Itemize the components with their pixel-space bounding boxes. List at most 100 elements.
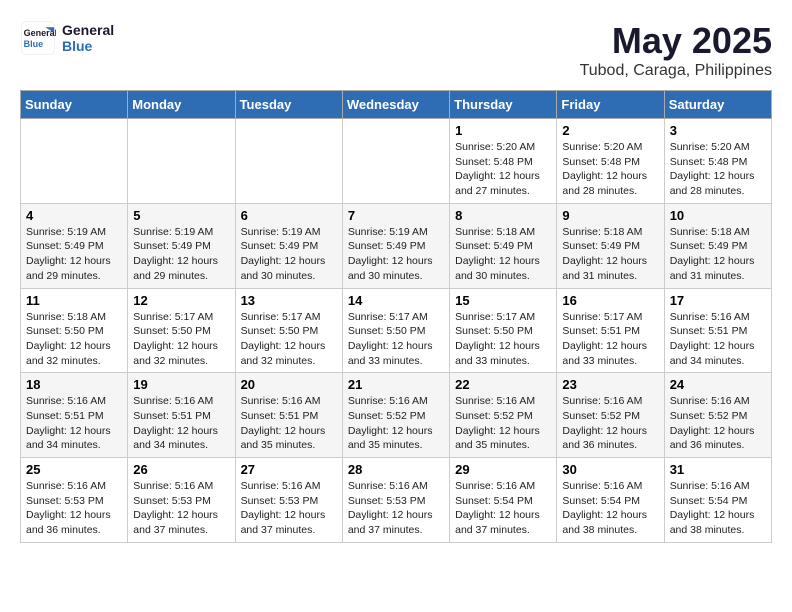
day-info: Sunrise: 5:18 AM Sunset: 5:49 PM Dayligh…	[670, 225, 766, 284]
title-block: May 2025 Tubod, Caraga, Philippines	[580, 20, 772, 80]
week-row-3: 11 Sunrise: 5:18 AM Sunset: 5:50 PM Dayli…	[21, 288, 772, 373]
day-number: 9	[562, 208, 658, 223]
day-cell: 19 Sunrise: 5:16 AM Sunset: 5:51 PM Dayli…	[128, 373, 235, 458]
day-cell	[235, 119, 342, 204]
svg-text:Blue: Blue	[24, 39, 44, 49]
day-number: 7	[348, 208, 444, 223]
day-cell: 26 Sunrise: 5:16 AM Sunset: 5:53 PM Dayli…	[128, 458, 235, 543]
day-cell: 20 Sunrise: 5:16 AM Sunset: 5:51 PM Dayli…	[235, 373, 342, 458]
day-info: Sunrise: 5:18 AM Sunset: 5:50 PM Dayligh…	[26, 310, 122, 369]
day-cell: 25 Sunrise: 5:16 AM Sunset: 5:53 PM Dayli…	[21, 458, 128, 543]
day-info: Sunrise: 5:16 AM Sunset: 5:54 PM Dayligh…	[455, 479, 551, 538]
day-info: Sunrise: 5:17 AM Sunset: 5:50 PM Dayligh…	[241, 310, 337, 369]
day-number: 5	[133, 208, 229, 223]
day-cell: 27 Sunrise: 5:16 AM Sunset: 5:53 PM Dayli…	[235, 458, 342, 543]
day-info: Sunrise: 5:16 AM Sunset: 5:52 PM Dayligh…	[348, 394, 444, 453]
day-info: Sunrise: 5:20 AM Sunset: 5:48 PM Dayligh…	[455, 140, 551, 199]
page-header: General Blue General Blue May 2025 Tubod…	[20, 20, 772, 80]
day-info: Sunrise: 5:19 AM Sunset: 5:49 PM Dayligh…	[241, 225, 337, 284]
day-cell: 12Sunrise: 5:17 AM Sunset: 5:50 PM Dayli…	[128, 288, 235, 373]
month-title: May 2025	[580, 20, 772, 62]
day-info: Sunrise: 5:17 AM Sunset: 5:50 PM Dayligh…	[133, 310, 229, 369]
day-info: Sunrise: 5:17 AM Sunset: 5:50 PM Dayligh…	[348, 310, 444, 369]
day-info: Sunrise: 5:16 AM Sunset: 5:53 PM Dayligh…	[133, 479, 229, 538]
day-number: 26	[133, 462, 229, 477]
day-number: 30	[562, 462, 658, 477]
day-number: 22	[455, 377, 551, 392]
day-cell: 29Sunrise: 5:16 AM Sunset: 5:54 PM Dayli…	[450, 458, 557, 543]
day-number: 16	[562, 293, 658, 308]
day-number: 20	[241, 377, 337, 392]
calendar: SundayMondayTuesdayWednesdayThursdayFrid…	[20, 90, 772, 543]
day-number: 3	[670, 123, 766, 138]
day-cell: 10 Sunrise: 5:18 AM Sunset: 5:49 PM Dayli…	[664, 203, 771, 288]
day-info: Sunrise: 5:20 AM Sunset: 5:48 PM Dayligh…	[562, 140, 658, 199]
day-number: 17	[670, 293, 766, 308]
day-cell	[21, 119, 128, 204]
day-info: Sunrise: 5:16 AM Sunset: 5:53 PM Dayligh…	[241, 479, 337, 538]
location: Tubod, Caraga, Philippines	[580, 62, 772, 80]
day-cell	[128, 119, 235, 204]
day-cell: 31 Sunrise: 5:16 AM Sunset: 5:54 PM Dayli…	[664, 458, 771, 543]
day-cell: 24 Sunrise: 5:16 AM Sunset: 5:52 PM Dayli…	[664, 373, 771, 458]
day-number: 13	[241, 293, 337, 308]
day-info: Sunrise: 5:16 AM Sunset: 5:51 PM Dayligh…	[670, 310, 766, 369]
day-info: Sunrise: 5:20 AM Sunset: 5:48 PM Dayligh…	[670, 140, 766, 199]
day-cell: 2 Sunrise: 5:20 AM Sunset: 5:48 PM Daylig…	[557, 119, 664, 204]
weekday-header-sunday: Sunday	[21, 91, 128, 119]
day-cell: 17 Sunrise: 5:16 AM Sunset: 5:51 PM Dayli…	[664, 288, 771, 373]
day-info: Sunrise: 5:16 AM Sunset: 5:52 PM Dayligh…	[670, 394, 766, 453]
day-cell: 21Sunrise: 5:16 AM Sunset: 5:52 PM Dayli…	[342, 373, 449, 458]
week-row-1: 1 Sunrise: 5:20 AM Sunset: 5:48 PM Daylig…	[21, 119, 772, 204]
week-row-5: 25 Sunrise: 5:16 AM Sunset: 5:53 PM Dayli…	[21, 458, 772, 543]
logo: General Blue General Blue	[20, 20, 114, 56]
day-info: Sunrise: 5:16 AM Sunset: 5:54 PM Dayligh…	[670, 479, 766, 538]
day-number: 2	[562, 123, 658, 138]
day-number: 1	[455, 123, 551, 138]
day-info: Sunrise: 5:16 AM Sunset: 5:52 PM Dayligh…	[562, 394, 658, 453]
day-cell: 11 Sunrise: 5:18 AM Sunset: 5:50 PM Dayli…	[21, 288, 128, 373]
day-cell: 30 Sunrise: 5:16 AM Sunset: 5:54 PM Dayli…	[557, 458, 664, 543]
day-number: 6	[241, 208, 337, 223]
day-number: 11	[26, 293, 122, 308]
day-number: 25	[26, 462, 122, 477]
day-cell: 22Sunrise: 5:16 AM Sunset: 5:52 PM Dayli…	[450, 373, 557, 458]
day-cell: 8Sunrise: 5:18 AM Sunset: 5:49 PM Daylig…	[450, 203, 557, 288]
day-number: 10	[670, 208, 766, 223]
week-row-4: 18Sunrise: 5:16 AM Sunset: 5:51 PM Dayli…	[21, 373, 772, 458]
day-cell: 5 Sunrise: 5:19 AM Sunset: 5:49 PM Daylig…	[128, 203, 235, 288]
day-cell: 13 Sunrise: 5:17 AM Sunset: 5:50 PM Dayli…	[235, 288, 342, 373]
day-cell: 6 Sunrise: 5:19 AM Sunset: 5:49 PM Daylig…	[235, 203, 342, 288]
logo-text-general: General	[62, 22, 114, 38]
weekday-header-row: SundayMondayTuesdayWednesdayThursdayFrid…	[21, 91, 772, 119]
week-row-2: 4 Sunrise: 5:19 AM Sunset: 5:49 PM Daylig…	[21, 203, 772, 288]
weekday-header-friday: Friday	[557, 91, 664, 119]
day-info: Sunrise: 5:19 AM Sunset: 5:49 PM Dayligh…	[26, 225, 122, 284]
weekday-header-tuesday: Tuesday	[235, 91, 342, 119]
day-cell: 4 Sunrise: 5:19 AM Sunset: 5:49 PM Daylig…	[21, 203, 128, 288]
day-number: 4	[26, 208, 122, 223]
day-number: 23	[562, 377, 658, 392]
day-info: Sunrise: 5:17 AM Sunset: 5:51 PM Dayligh…	[562, 310, 658, 369]
day-cell: 1 Sunrise: 5:20 AM Sunset: 5:48 PM Daylig…	[450, 119, 557, 204]
logo-text-blue: Blue	[62, 38, 114, 54]
day-number: 31	[670, 462, 766, 477]
day-info: Sunrise: 5:16 AM Sunset: 5:51 PM Dayligh…	[133, 394, 229, 453]
day-number: 24	[670, 377, 766, 392]
weekday-header-monday: Monday	[128, 91, 235, 119]
day-info: Sunrise: 5:19 AM Sunset: 5:49 PM Dayligh…	[133, 225, 229, 284]
day-info: Sunrise: 5:16 AM Sunset: 5:53 PM Dayligh…	[26, 479, 122, 538]
weekday-header-saturday: Saturday	[664, 91, 771, 119]
day-number: 27	[241, 462, 337, 477]
day-info: Sunrise: 5:16 AM Sunset: 5:54 PM Dayligh…	[562, 479, 658, 538]
day-number: 15	[455, 293, 551, 308]
weekday-header-thursday: Thursday	[450, 91, 557, 119]
day-number: 28	[348, 462, 444, 477]
day-cell: 18Sunrise: 5:16 AM Sunset: 5:51 PM Dayli…	[21, 373, 128, 458]
day-info: Sunrise: 5:18 AM Sunset: 5:49 PM Dayligh…	[562, 225, 658, 284]
day-number: 19	[133, 377, 229, 392]
day-info: Sunrise: 5:16 AM Sunset: 5:51 PM Dayligh…	[241, 394, 337, 453]
logo-icon: General Blue	[20, 20, 56, 56]
day-info: Sunrise: 5:17 AM Sunset: 5:50 PM Dayligh…	[455, 310, 551, 369]
day-cell: 9 Sunrise: 5:18 AM Sunset: 5:49 PM Daylig…	[557, 203, 664, 288]
